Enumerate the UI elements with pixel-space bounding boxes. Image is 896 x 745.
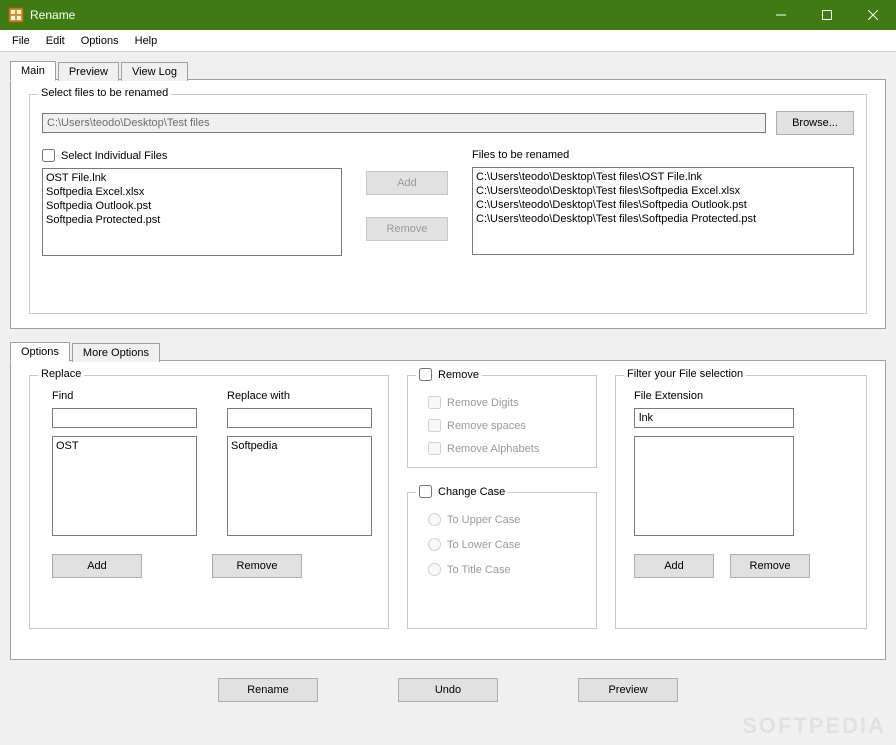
add-file-button[interactable]: Add	[366, 171, 448, 195]
file-extension-label: File Extension	[634, 390, 848, 402]
replace-list[interactable]: Softpedia	[227, 436, 372, 536]
tab-main[interactable]: Main	[10, 61, 56, 81]
select-individual-checkbox[interactable]: Select Individual Files	[42, 149, 342, 162]
options-tabstrip: Options More Options	[10, 339, 886, 361]
main-tabstrip: Main Preview View Log	[10, 58, 886, 80]
files-to-rename-label: Files to be renamed	[472, 149, 854, 161]
tab-preview[interactable]: Preview	[58, 62, 119, 81]
replace-with-input[interactable]	[227, 408, 372, 428]
folder-path-input[interactable]	[42, 113, 766, 133]
remove-spaces-checkbox[interactable]: Remove spaces	[428, 419, 582, 432]
select-individual-label: Select Individual Files	[61, 150, 167, 162]
undo-button[interactable]: Undo	[398, 678, 498, 702]
tab-options[interactable]: Options	[10, 342, 70, 362]
find-list[interactable]: OST	[52, 436, 197, 536]
change-case-group: Change Case To Upper Case To Lower Case …	[407, 492, 597, 629]
menu-edit[interactable]: Edit	[38, 33, 73, 49]
select-files-group: Select files to be renamed Browse... Sel…	[29, 94, 867, 314]
window-controls	[758, 0, 896, 30]
remove-legend: Remove	[416, 368, 482, 384]
list-item[interactable]: Softpedia Outlook.pst	[46, 199, 338, 213]
files-to-rename-list[interactable]: C:\Users\teodo\Desktop\Test files\OST Fi…	[472, 167, 854, 255]
filter-add-button[interactable]: Add	[634, 554, 714, 578]
list-item[interactable]: Softpedia Protected.pst	[46, 213, 338, 227]
individual-files-list[interactable]: OST File.lnk Softpedia Excel.xlsx Softpe…	[42, 168, 342, 256]
remove-alphabets-checkbox[interactable]: Remove Alphabets	[428, 442, 582, 455]
list-item[interactable]: C:\Users\teodo\Desktop\Test files\Softpe…	[476, 212, 850, 226]
list-item[interactable]: C:\Users\teodo\Desktop\Test files\Softpe…	[476, 198, 850, 212]
replace-add-button[interactable]: Add	[52, 554, 142, 578]
list-item[interactable]: OST File.lnk	[46, 171, 338, 185]
replace-legend: Replace	[38, 368, 84, 380]
browse-button[interactable]: Browse...	[776, 111, 854, 135]
replace-with-label: Replace with	[227, 390, 372, 402]
to-lower-radio[interactable]: To Lower Case	[428, 538, 582, 551]
change-case-legend: Change Case	[416, 485, 508, 501]
rename-button[interactable]: Rename	[218, 678, 318, 702]
watermark: SOFTPEDIA	[742, 713, 886, 739]
options-tab-panel: Replace Find OST Replace with Softpedia	[10, 360, 886, 660]
filter-extension-list[interactable]	[634, 436, 794, 536]
menu-options[interactable]: Options	[73, 33, 127, 49]
menu-file[interactable]: File	[4, 33, 38, 49]
menu-help[interactable]: Help	[127, 33, 166, 49]
tab-viewlog[interactable]: View Log	[121, 62, 188, 81]
change-case-enable-checkbox[interactable]: Change Case	[419, 485, 505, 498]
replace-group: Replace Find OST Replace with Softpedia	[29, 375, 389, 629]
replace-remove-button[interactable]: Remove	[212, 554, 302, 578]
tab-more-options[interactable]: More Options	[72, 343, 160, 362]
minimize-button[interactable]	[758, 0, 804, 30]
remove-file-button[interactable]: Remove	[366, 217, 448, 241]
remove-enable-checkbox[interactable]: Remove	[419, 368, 479, 381]
filter-legend: Filter your File selection	[624, 368, 746, 380]
preview-button[interactable]: Preview	[578, 678, 678, 702]
window-title: Rename	[30, 8, 758, 22]
main-tab-panel: Select files to be renamed Browse... Sel…	[10, 79, 886, 329]
list-item[interactable]: C:\Users\teodo\Desktop\Test files\Softpe…	[476, 184, 850, 198]
to-title-radio[interactable]: To Title Case	[428, 563, 582, 576]
remove-digits-checkbox[interactable]: Remove Digits	[428, 396, 582, 409]
file-extension-input[interactable]	[634, 408, 794, 428]
close-button[interactable]	[850, 0, 896, 30]
to-upper-radio[interactable]: To Upper Case	[428, 513, 582, 526]
list-item[interactable]: OST	[56, 439, 193, 453]
select-files-legend: Select files to be renamed	[38, 87, 171, 99]
titlebar: Rename	[0, 0, 896, 30]
menubar: File Edit Options Help	[0, 30, 896, 52]
action-buttons: Rename Undo Preview	[10, 678, 886, 702]
maximize-button[interactable]	[804, 0, 850, 30]
find-input[interactable]	[52, 408, 197, 428]
list-item[interactable]: C:\Users\teodo\Desktop\Test files\OST Fi…	[476, 170, 850, 184]
filter-group: Filter your File selection File Extensio…	[615, 375, 867, 629]
app-icon	[8, 7, 24, 23]
remove-group: Remove Remove Digits Remove spaces Remov…	[407, 375, 597, 468]
list-item[interactable]: Softpedia Excel.xlsx	[46, 185, 338, 199]
list-item[interactable]: Softpedia	[231, 439, 368, 453]
find-label: Find	[52, 390, 197, 402]
filter-remove-button[interactable]: Remove	[730, 554, 810, 578]
